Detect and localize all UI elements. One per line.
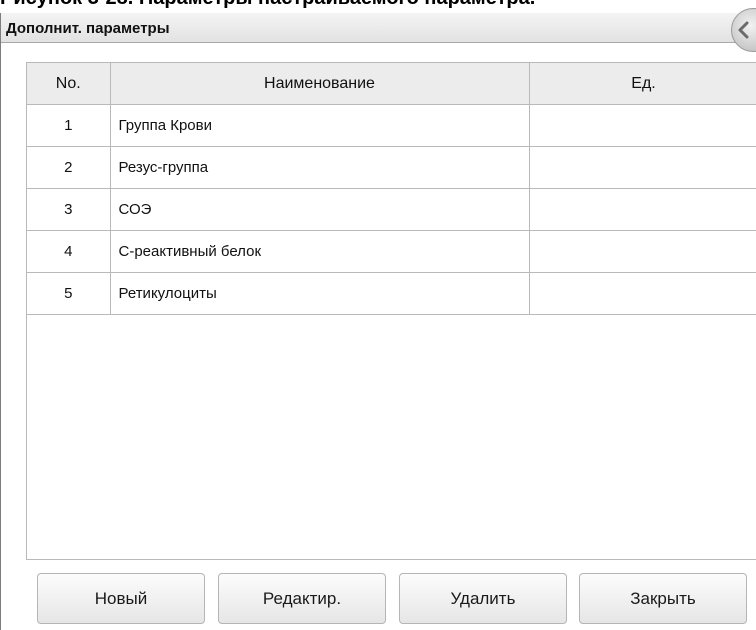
row-unit — [529, 230, 756, 273]
table-row[interactable]: 2 Резус-группа — [27, 146, 756, 189]
parameters-table-frame: No. Наименование Ед. 1 Группа Крови 2 Ре… — [26, 62, 756, 560]
row-name: Резус-группа — [110, 146, 530, 189]
row-number: 3 — [27, 188, 111, 231]
row-unit — [529, 188, 756, 231]
table-row[interactable]: 1 Группа Крови — [27, 104, 756, 147]
dialog-title: Дополнит. параметры — [6, 20, 170, 37]
column-header-unit[interactable]: Ед. — [529, 63, 756, 105]
row-name: Ретикулоциты — [110, 272, 530, 315]
row-name: Группа Крови — [110, 104, 530, 147]
close-dialog-button[interactable] — [731, 8, 756, 52]
table-row[interactable]: 5 Ретикулоциты — [27, 272, 756, 315]
row-number: 1 — [27, 104, 111, 147]
delete-button[interactable]: Удалить — [399, 573, 567, 624]
column-header-no[interactable]: No. — [27, 63, 111, 105]
row-number: 2 — [27, 146, 111, 189]
row-name: СОЭ — [110, 188, 530, 231]
new-button[interactable]: Новый — [37, 573, 205, 624]
table-header-row: No. Наименование Ед. — [27, 63, 756, 105]
row-unit — [529, 104, 756, 147]
title-bar: Дополнит. параметры — [1, 8, 756, 52]
edit-button[interactable]: Редактир. — [218, 573, 386, 624]
additional-parameters-dialog: Дополнит. параметры No. Наименование Ед. — [0, 8, 756, 630]
close-button[interactable]: Закрыть — [579, 573, 747, 624]
column-header-name[interactable]: Наименование — [110, 63, 530, 105]
row-unit — [529, 146, 756, 189]
row-unit — [529, 272, 756, 315]
parameters-table: No. Наименование Ед. 1 Группа Крови 2 Ре… — [27, 63, 756, 315]
button-bar: Новый Редактир. Удалить Закрыть — [1, 560, 756, 630]
row-name: С-реактивный белок — [110, 230, 530, 273]
table-row[interactable]: 3 СОЭ — [27, 188, 756, 231]
row-number: 5 — [27, 272, 111, 315]
row-number: 4 — [27, 230, 111, 273]
figure-caption: Рисунок 3-28. Параметры настраиваемого п… — [0, 0, 535, 10]
chevron-left-icon — [738, 21, 749, 39]
table-row[interactable]: 4 С-реактивный белок — [27, 230, 756, 273]
